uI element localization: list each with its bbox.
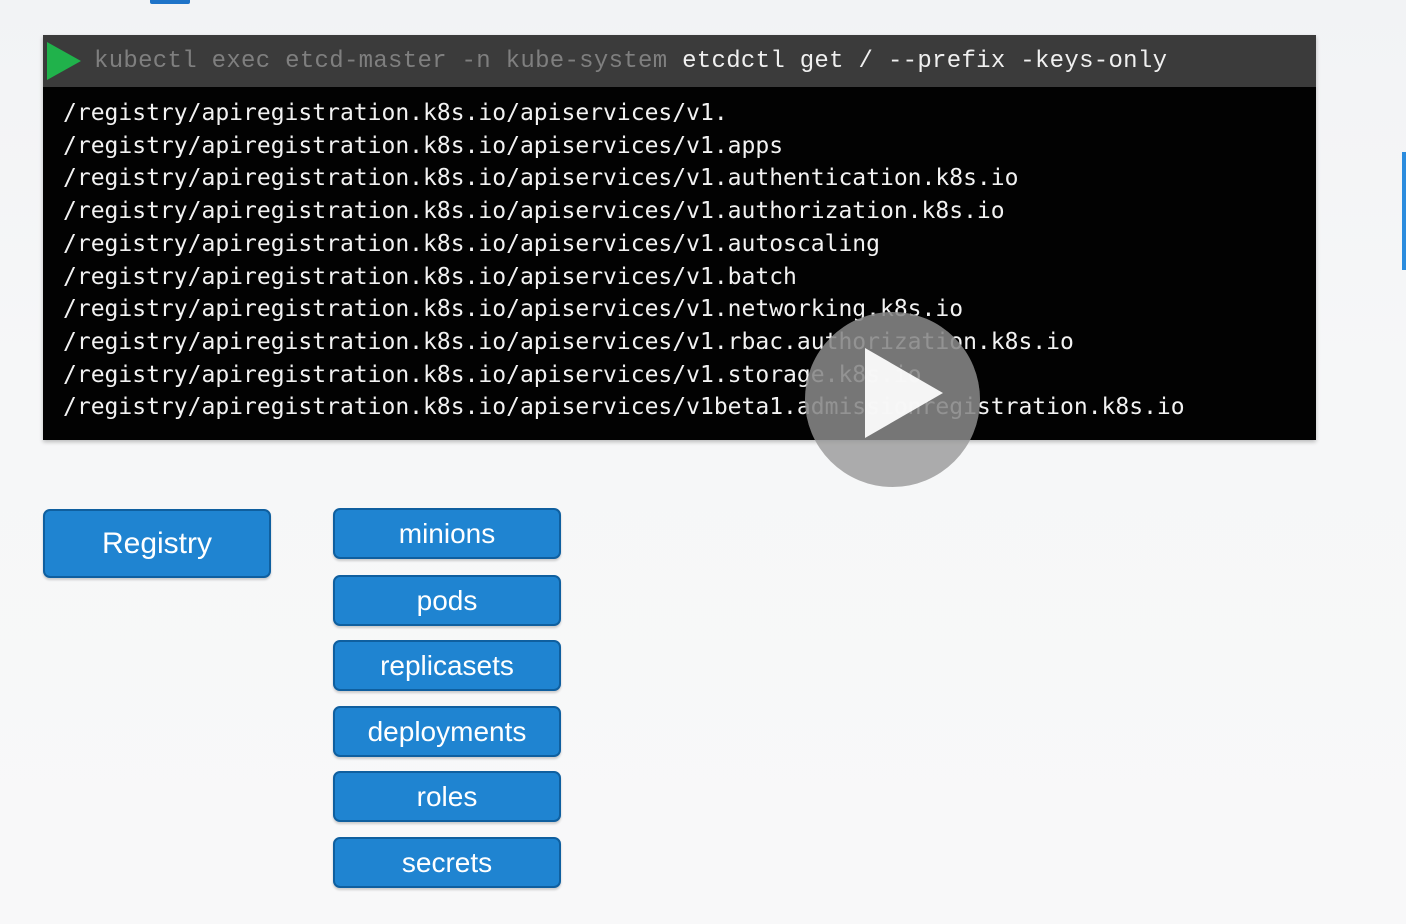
registry-box: Registry — [43, 509, 271, 578]
output-line: /registry/apiregistration.k8s.io/apiserv… — [63, 132, 784, 159]
play-triangle-icon — [47, 42, 81, 80]
play-icon[interactable] — [865, 348, 943, 438]
terminal-header: kubectl exec etcd-master -n kube-system … — [43, 35, 1316, 87]
right-accent-bar — [1402, 152, 1406, 270]
output-line: /registry/apiregistration.k8s.io/apiserv… — [63, 230, 880, 257]
terminal-window: kubectl exec etcd-master -n kube-system … — [43, 35, 1316, 440]
command-bright-text: etcdctl get / --prefix -keys-only — [667, 47, 1168, 75]
output-line: /registry/apiregistration.k8s.io/apiserv… — [63, 361, 922, 388]
terminal-output: /registry/apiregistration.k8s.io/apiserv… — [43, 87, 1316, 440]
resource-minions: minions — [333, 508, 561, 559]
resource-pods: pods — [333, 575, 561, 626]
output-line: /registry/apiregistration.k8s.io/apiserv… — [63, 263, 797, 290]
output-line: /registry/apiregistration.k8s.io/apiserv… — [63, 328, 1074, 355]
title-strip — [0, 0, 1406, 10]
resource-replicasets: replicasets — [333, 640, 561, 691]
title-fragment — [150, 0, 190, 4]
command-dim-text: kubectl exec etcd-master -n kube-system — [94, 47, 668, 75]
terminal-command: kubectl exec etcd-master -n kube-system … — [94, 48, 1167, 75]
resource-secrets: secrets — [333, 837, 561, 888]
resource-roles: roles — [333, 771, 561, 822]
resource-deployments: deployments — [333, 706, 561, 757]
output-line: /registry/apiregistration.k8s.io/apiserv… — [63, 296, 964, 323]
output-line: /registry/apiregistration.k8s.io/apiserv… — [63, 165, 1019, 192]
output-line: /registry/apiregistration.k8s.io/apiserv… — [63, 100, 728, 126]
output-line: /registry/apiregistration.k8s.io/apiserv… — [63, 198, 1005, 225]
output-line: /registry/apiregistration.k8s.io/apiserv… — [63, 394, 1185, 421]
